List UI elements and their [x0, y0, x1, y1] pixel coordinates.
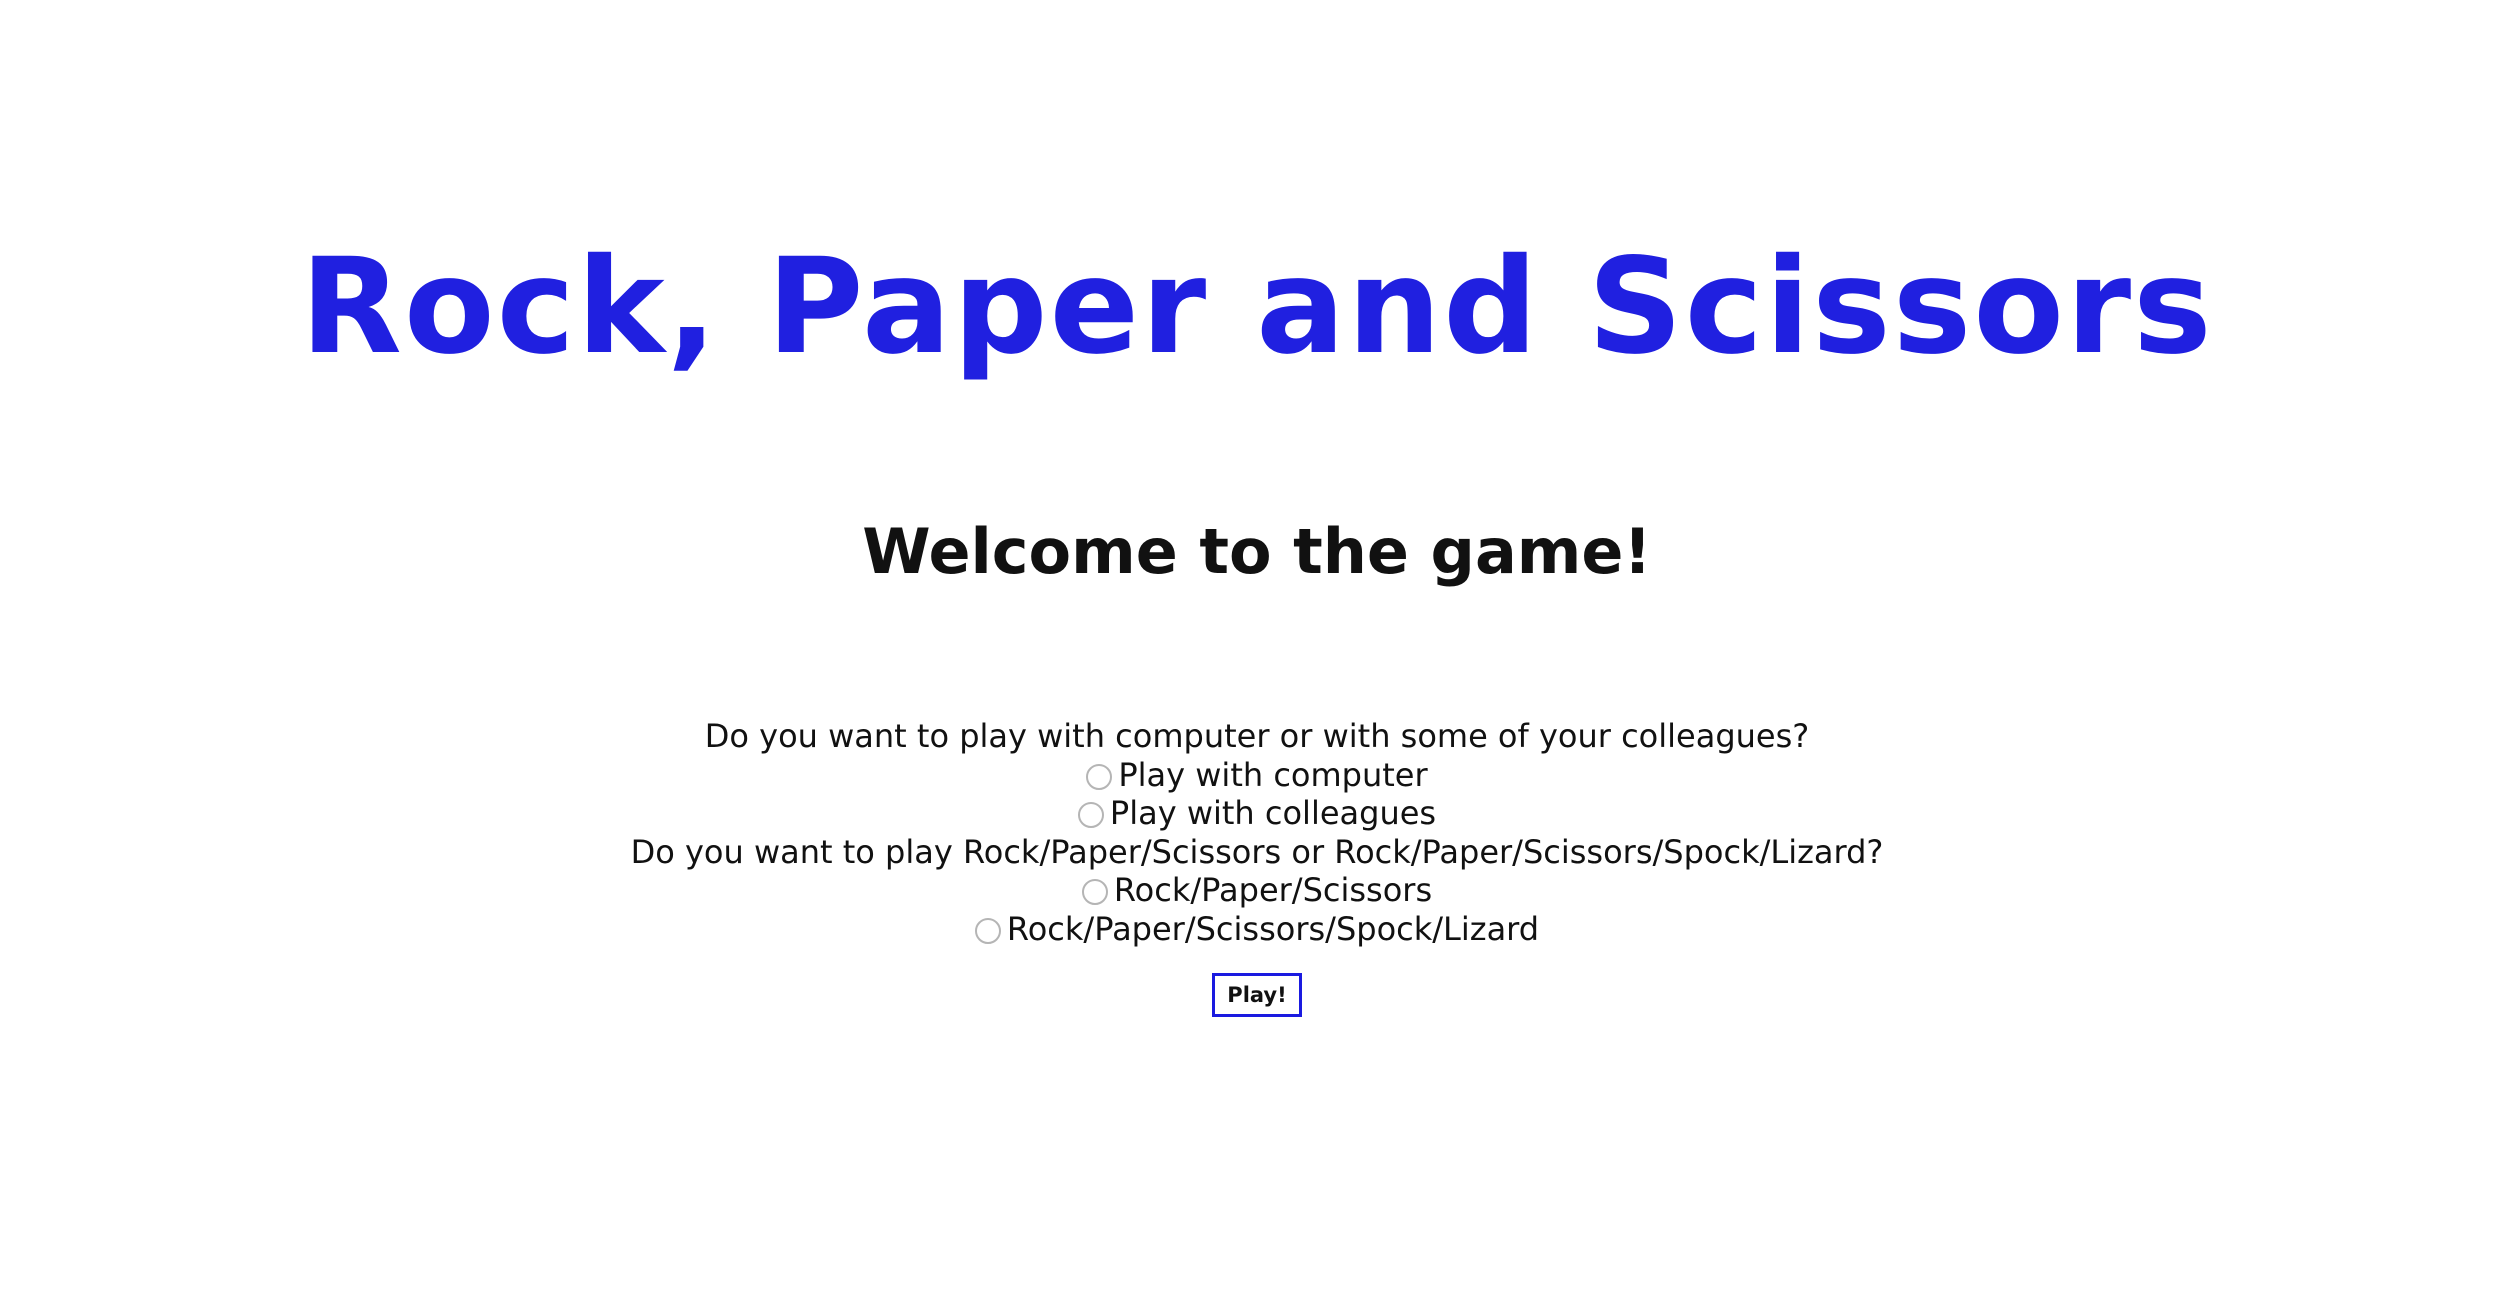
opponent-question: Do you want to play with computer or wit…: [704, 717, 1810, 755]
radio-option-rock-paper-scissors[interactable]: Rock/Paper/Scissors: [1081, 871, 1433, 910]
radio-option-play-with-colleagues[interactable]: Play with colleagues: [1077, 794, 1437, 833]
radio-label-computer: Play with computer: [1118, 755, 1428, 794]
radio-button-colleagues[interactable]: [1077, 802, 1104, 829]
play-button[interactable]: Play!: [1212, 973, 1302, 1017]
radio-button-computer[interactable]: [1086, 763, 1113, 790]
game-page: Rock, Paper and Scissors Welcome to the …: [0, 0, 2514, 1302]
radio-button-rpsls[interactable]: [974, 917, 1001, 944]
welcome-heading: Welcome to the game!: [862, 515, 1652, 588]
mode-question: Do you want to play Rock/Paper/Scissors …: [630, 832, 1884, 871]
game-title: Rock, Paper and Scissors: [300, 230, 2214, 384]
radio-label-rps: Rock/Paper/Scissors: [1113, 871, 1433, 909]
radio-option-play-with-computer[interactable]: Play with computer: [1086, 755, 1428, 795]
radio-option-rock-paper-scissors-spock-lizard[interactable]: Rock/Paper/Scissors/Spock/Lizard: [974, 909, 1540, 949]
radio-label-rpsls: Rock/Paper/Scissors/Spock/Lizard: [1006, 909, 1540, 948]
radio-label-colleagues: Play with colleagues: [1109, 794, 1437, 832]
radio-button-rps[interactable]: [1081, 879, 1108, 906]
game-setup-form: Do you want to play with computer or wit…: [0, 717, 2514, 1017]
